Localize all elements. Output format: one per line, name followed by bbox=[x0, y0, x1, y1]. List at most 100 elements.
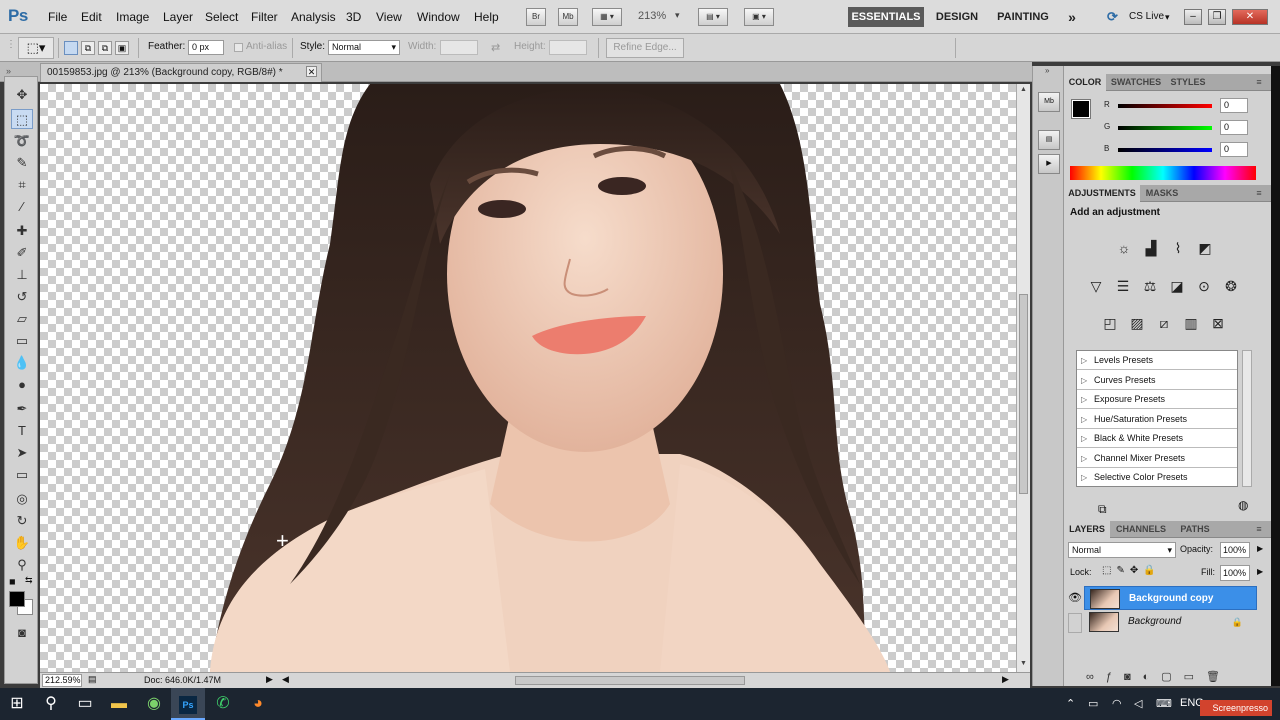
photoshop-taskbar-icon[interactable]: Ps bbox=[171, 688, 205, 720]
workspace-design[interactable]: DESIGN bbox=[930, 7, 984, 27]
scroll-up-icon[interactable]: ▲ bbox=[1020, 86, 1027, 93]
close-button[interactable]: ✕ bbox=[1232, 9, 1268, 25]
posterize-icon[interactable]: ▨ bbox=[1127, 313, 1147, 333]
fill-input[interactable]: 100% bbox=[1220, 565, 1250, 581]
menu-view[interactable]: View bbox=[376, 10, 402, 24]
vertical-scroll-thumb[interactable] bbox=[1019, 294, 1028, 494]
foreground-color-chip[interactable] bbox=[1071, 99, 1091, 119]
workspace-essentials[interactable]: ESSENTIALS bbox=[848, 7, 924, 27]
blue-slider[interactable] bbox=[1118, 148, 1212, 152]
type-tool-icon[interactable]: T bbox=[11, 421, 33, 441]
menu-layer[interactable]: Layer bbox=[163, 10, 193, 24]
menu-help[interactable]: Help bbox=[474, 10, 499, 24]
fill-arrow-icon[interactable]: ▶ bbox=[1257, 567, 1263, 576]
healing-brush-tool-icon[interactable]: ✚ bbox=[11, 221, 33, 241]
workspace-painting[interactable]: PAINTING bbox=[992, 7, 1054, 27]
tab-swatches[interactable]: SWATCHES bbox=[1108, 74, 1164, 91]
default-colors-icon[interactable]: ◼ bbox=[9, 577, 16, 586]
list-item[interactable]: ▷ Black & White Presets bbox=[1077, 429, 1237, 448]
eraser-tool-icon[interactable]: ▱ bbox=[11, 309, 33, 329]
tab-styles[interactable]: STYLES bbox=[1166, 74, 1210, 91]
invert-icon[interactable]: ◰ bbox=[1100, 313, 1120, 333]
menu-image[interactable]: Image bbox=[116, 10, 149, 24]
move-tool-icon[interactable]: ✥ bbox=[11, 85, 33, 105]
actions-panel-icon[interactable]: ▶ bbox=[1038, 154, 1060, 174]
menu-window[interactable]: Window bbox=[417, 10, 460, 24]
history-brush-tool-icon[interactable]: ↺ bbox=[11, 287, 33, 307]
red-slider[interactable] bbox=[1118, 104, 1212, 108]
chevron-down-icon[interactable]: ▾ bbox=[1165, 12, 1170, 23]
layer-row-background-copy[interactable]: Background copy bbox=[1084, 586, 1257, 610]
panel-menu-icon[interactable]: ≡ bbox=[1250, 185, 1268, 202]
collapse-dock-icon[interactable]: » bbox=[1045, 66, 1049, 75]
maximize-button[interactable]: ❐ bbox=[1208, 9, 1226, 25]
width-input[interactable] bbox=[440, 40, 478, 55]
green-slider[interactable] bbox=[1118, 126, 1212, 130]
path-selection-tool-icon[interactable]: ➤ bbox=[11, 443, 33, 463]
cs-live-label[interactable]: CS Live bbox=[1129, 11, 1164, 22]
vertical-scrollbar[interactable]: ▲ ▼ bbox=[1016, 84, 1030, 672]
color-ramp[interactable] bbox=[1070, 166, 1256, 180]
clip-to-layer-icon[interactable]: ⧉ bbox=[1098, 502, 1107, 517]
collapse-tools-icon[interactable]: » bbox=[6, 66, 11, 76]
whatsapp-icon[interactable]: ✆ bbox=[206, 688, 240, 720]
quick-mask-icon[interactable]: ◙ bbox=[11, 623, 33, 643]
search-icon[interactable]: ⚲ bbox=[34, 688, 68, 720]
list-item[interactable]: ▷ Channel Mixer Presets bbox=[1077, 449, 1237, 468]
menu-analysis[interactable]: Analysis bbox=[291, 10, 336, 24]
lasso-tool-icon[interactable]: ➰ bbox=[11, 131, 33, 151]
more-workspaces-icon[interactable]: » bbox=[1062, 7, 1082, 27]
quick-selection-tool-icon[interactable]: ✎ bbox=[11, 153, 33, 173]
refine-edge-button[interactable]: Refine Edge... bbox=[606, 38, 684, 58]
rectangle-tool-icon[interactable]: ▭ bbox=[11, 465, 33, 485]
chevron-down-icon[interactable]: ▾ bbox=[675, 10, 680, 21]
mini-bridge-panel-icon[interactable]: Mb bbox=[1038, 92, 1060, 112]
panel-menu-icon[interactable]: ≡ bbox=[1250, 74, 1268, 91]
selective-color-icon[interactable]: ⊠ bbox=[1208, 313, 1228, 333]
menu-filter[interactable]: Filter bbox=[251, 10, 278, 24]
brush-tool-icon[interactable]: ✐ bbox=[11, 243, 33, 263]
extras-dropdown[interactable]: ▦ ▾ bbox=[592, 8, 622, 26]
color-balance-icon[interactable]: ⚖ bbox=[1140, 276, 1160, 296]
firefox-icon[interactable]: ◕ bbox=[241, 688, 275, 720]
3d-rotate-tool-icon[interactable]: ◎ bbox=[11, 489, 33, 509]
clone-stamp-tool-icon[interactable]: ⊥ bbox=[11, 265, 33, 285]
pen-tool-icon[interactable]: ✒ bbox=[11, 399, 33, 419]
style-select[interactable]: Normal ▾ bbox=[328, 40, 400, 55]
gradient-map-icon[interactable]: ▥ bbox=[1181, 313, 1201, 333]
visibility-toggle-empty[interactable] bbox=[1068, 613, 1082, 633]
intersect-selection-icon[interactable]: ▣ bbox=[115, 41, 129, 55]
levels-icon[interactable]: ▟ bbox=[1141, 238, 1161, 258]
height-input[interactable] bbox=[549, 40, 587, 55]
volume-icon[interactable]: ◁ bbox=[1134, 697, 1142, 710]
layers-footer-icons[interactable]: ∞ƒ◙◐▢▭🗑 bbox=[1086, 670, 1232, 683]
vibrance-icon[interactable]: ▽ bbox=[1086, 276, 1106, 296]
tab-adjustments[interactable]: ADJUSTMENTS bbox=[1064, 185, 1140, 202]
task-view-icon[interactable]: ▭ bbox=[68, 688, 102, 720]
eyedropper-tool-icon[interactable]: ⁄ bbox=[11, 197, 33, 217]
list-item[interactable]: ▷ Hue/Saturation Presets bbox=[1077, 410, 1237, 429]
brightness-contrast-icon[interactable]: ☼ bbox=[1114, 238, 1134, 258]
gradient-tool-icon[interactable]: ▭ bbox=[11, 331, 33, 351]
adjustment-footer-icon[interactable]: ◍ bbox=[1238, 498, 1248, 512]
status-menu-arrow-icon[interactable]: ▶ bbox=[266, 674, 273, 685]
blue-value[interactable]: 0 bbox=[1220, 142, 1248, 157]
list-item[interactable]: ▷ Curves Presets bbox=[1077, 371, 1237, 390]
bridge-button[interactable]: Br bbox=[526, 8, 546, 26]
menu-file[interactable]: File bbox=[48, 10, 67, 24]
threshold-icon[interactable]: ⧄ bbox=[1154, 313, 1174, 333]
dodge-tool-icon[interactable]: ● bbox=[11, 375, 33, 395]
scroll-down-icon[interactable]: ▼ bbox=[1020, 660, 1027, 667]
list-item[interactable]: ▷ Levels Presets bbox=[1077, 351, 1237, 370]
hue-saturation-icon[interactable]: ☰ bbox=[1113, 276, 1133, 296]
scroll-right-icon[interactable]: ▶ bbox=[1002, 674, 1009, 685]
zoom-tool-icon[interactable]: ⚲ bbox=[11, 555, 33, 575]
panel-menu-icon[interactable]: ≡ bbox=[1250, 521, 1268, 538]
cs-live-icon[interactable]: ⟳ bbox=[1107, 9, 1118, 25]
marquee-preset-picker[interactable]: ⬚▾ bbox=[18, 37, 54, 59]
layer-row-background[interactable]: Background 🔒 bbox=[1084, 610, 1257, 634]
rectangular-marquee-tool-icon[interactable]: ⬚ bbox=[11, 109, 33, 129]
scroll-left-icon[interactable]: ◀ bbox=[282, 674, 289, 685]
show-hidden-icons[interactable]: ⌃ bbox=[1066, 697, 1075, 710]
zoom-field[interactable]: 212.59% bbox=[42, 674, 82, 687]
